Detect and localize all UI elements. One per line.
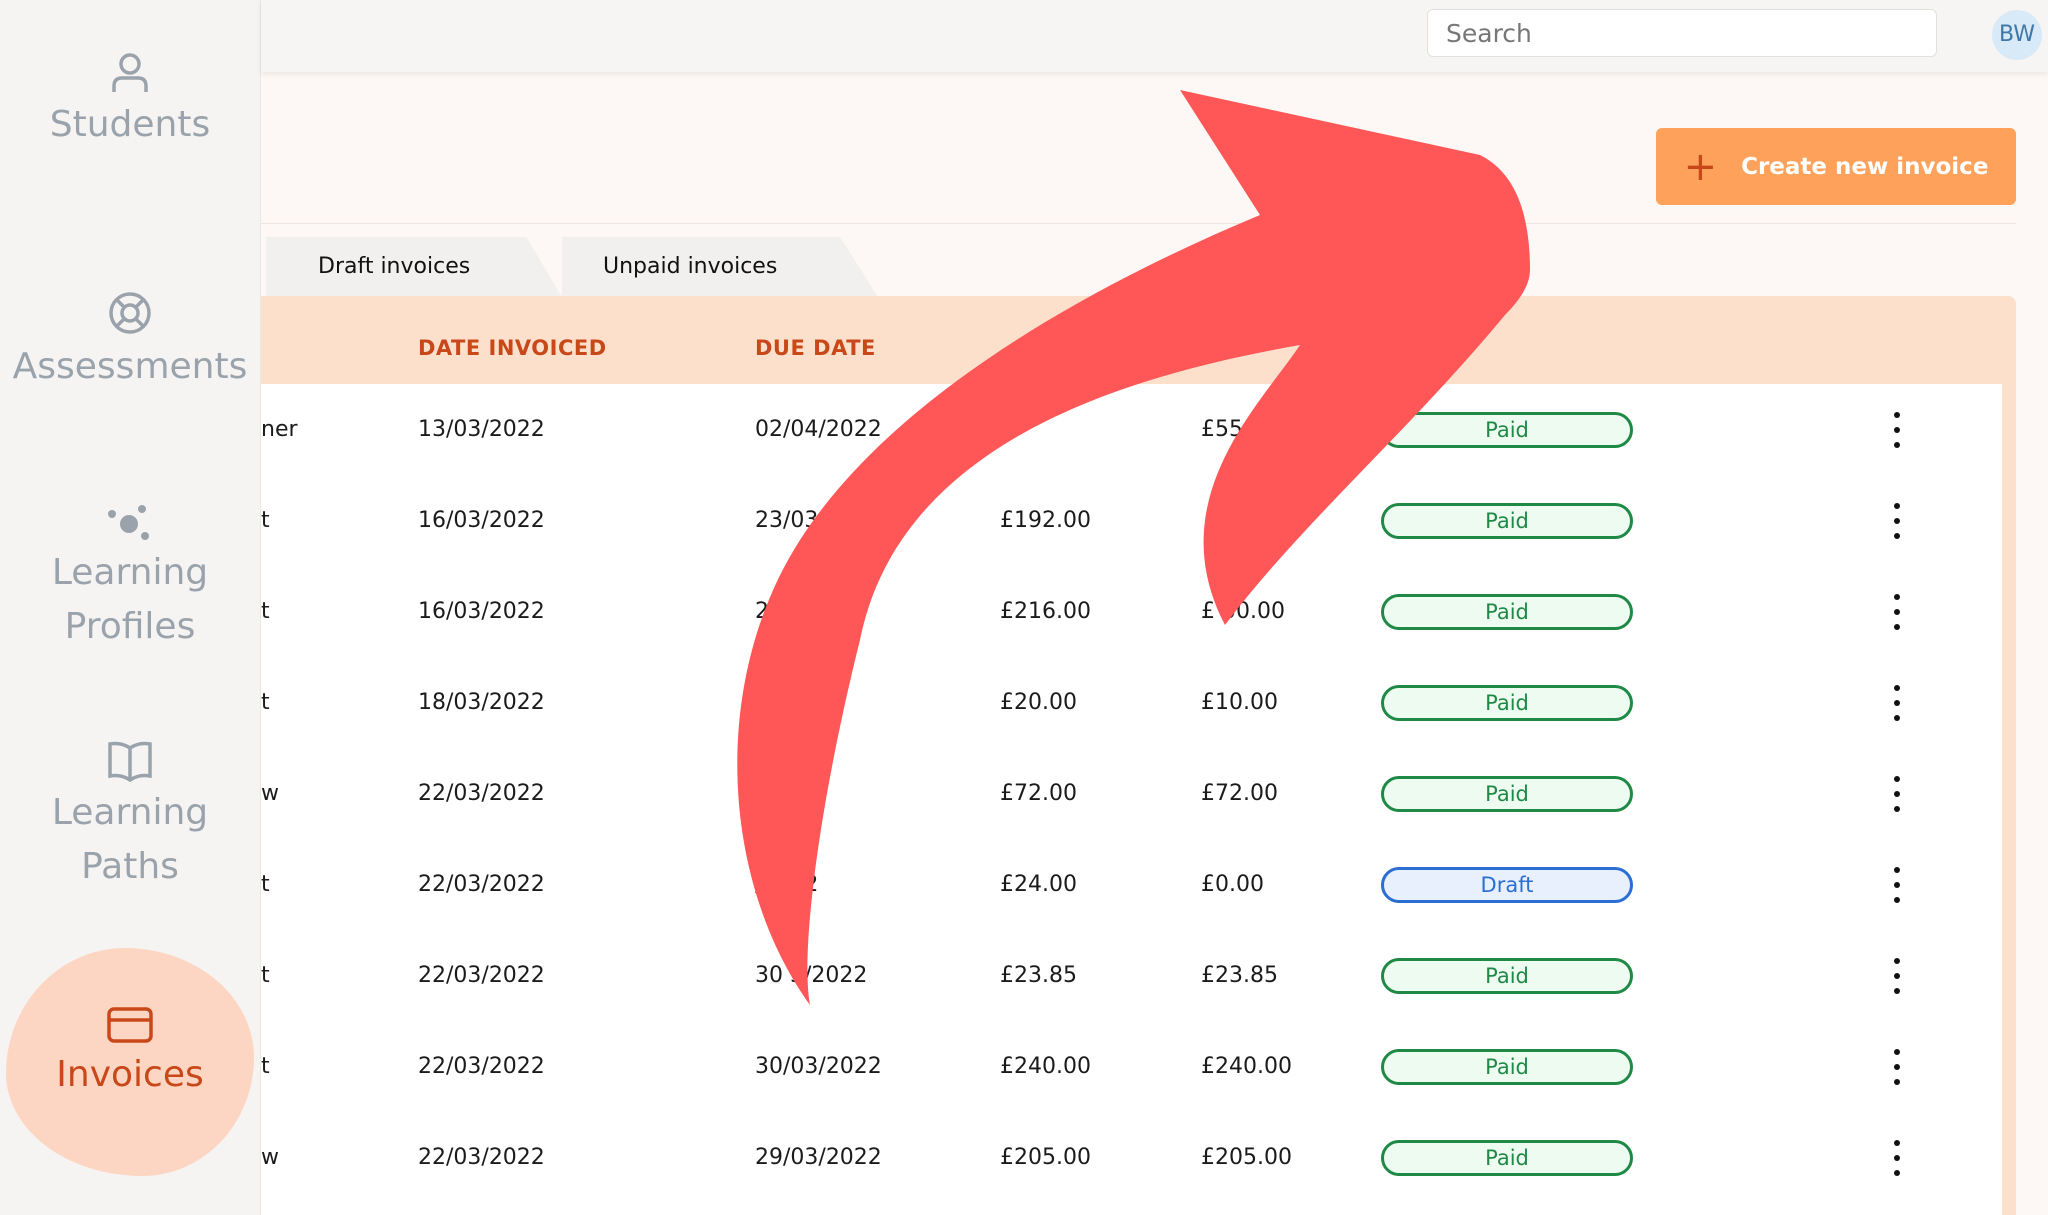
more-options-icon[interactable] bbox=[1885, 594, 1909, 630]
sidebar: Students Assessments Learning Profiles L… bbox=[0, 0, 261, 1215]
sidebar-item-learning-paths[interactable]: Learning Paths bbox=[0, 740, 260, 894]
status-badge: Paid bbox=[1381, 412, 1633, 448]
status-badge: Paid bbox=[1381, 1049, 1633, 1085]
cell-due-date: 30 3/2022 bbox=[755, 963, 868, 988]
table-row[interactable]: t 16/03/2022 23/03/2 £192.00 Paid bbox=[261, 475, 2002, 566]
cell-date-invoiced: 16/03/2022 bbox=[418, 508, 545, 533]
cell-name: t bbox=[261, 508, 270, 533]
cell-name: t bbox=[261, 690, 270, 715]
cell-total: £205.00 bbox=[1000, 1145, 1091, 1170]
cell-date-invoiced: 16/03/2022 bbox=[418, 599, 545, 624]
divider bbox=[261, 223, 2016, 224]
more-options-icon[interactable] bbox=[1885, 1140, 1909, 1176]
cell-name: t bbox=[261, 599, 270, 624]
avatar[interactable]: BW bbox=[1992, 10, 2042, 60]
cell-total: £24.00 bbox=[1000, 872, 1077, 897]
cell-date-invoiced: 13/03/2022 bbox=[418, 417, 545, 442]
cell-total: £23.85 bbox=[1000, 963, 1077, 988]
more-options-icon[interactable] bbox=[1885, 1049, 1909, 1085]
lifebuoy-icon bbox=[109, 292, 151, 334]
tab-unpaid-invoices[interactable]: Unpaid invoices bbox=[562, 237, 878, 297]
more-options-icon[interactable] bbox=[1885, 503, 1909, 539]
sidebar-item-learning-profiles[interactable]: Learning Profiles bbox=[0, 502, 260, 654]
create-invoice-label: Create new invoice bbox=[1741, 153, 1989, 180]
cell-total: £20.00 bbox=[1000, 690, 1077, 715]
cell-name: w bbox=[261, 1145, 279, 1170]
cell-name: t bbox=[261, 1054, 270, 1079]
status-badge: Paid bbox=[1381, 1140, 1633, 1176]
sidebar-item-students[interactable]: Students bbox=[0, 50, 260, 152]
table-row[interactable]: w 22/03/2022 29/03/2022 £205.00 £205.00 … bbox=[261, 1112, 2002, 1203]
table-row[interactable]: t 22/03/2022 /2022 £24.00 £0.00 Draft bbox=[261, 839, 2002, 930]
status-badge: Paid bbox=[1381, 685, 1633, 721]
more-options-icon[interactable] bbox=[1885, 412, 1909, 448]
cell-date-invoiced: 18/03/2022 bbox=[418, 690, 545, 715]
cell-due-date: 2 2 bbox=[755, 690, 790, 715]
cell-total: £192.00 bbox=[1000, 508, 1091, 533]
cell-date-invoiced: 22/03/2022 bbox=[418, 872, 545, 897]
tab-label: Draft invoices bbox=[318, 254, 471, 279]
cell-paid: £ 00.00 bbox=[1201, 599, 1285, 624]
sidebar-item-invoices[interactable]: Invoices bbox=[0, 1006, 260, 1102]
sidebar-item-label: Invoices bbox=[56, 1054, 204, 1095]
cell-date-invoiced: 22/03/2022 bbox=[418, 1054, 545, 1079]
tab-label: Unpaid invoices bbox=[603, 254, 778, 279]
more-options-icon[interactable] bbox=[1885, 685, 1909, 721]
dots-cluster-icon bbox=[108, 505, 149, 540]
tab-draft-invoices[interactable]: Draft invoices bbox=[266, 237, 562, 297]
status-badge: Paid bbox=[1381, 776, 1633, 812]
table-row[interactable]: t 16/03/2022 23/0 £216.00 £ 00.00 Paid bbox=[261, 566, 2002, 657]
table-body: ner 13/03/2022 02/04/2022 £55 Paid t 16/… bbox=[261, 384, 2002, 1215]
status-badge: Paid bbox=[1381, 503, 1633, 539]
cell-paid: £205.00 bbox=[1201, 1145, 1292, 1170]
table-row[interactable]: t 18/03/2022 2 2 £20.00 £10.00 Paid bbox=[261, 657, 2002, 748]
table-row[interactable]: w 22/03/2022 2022 £72.00 £72.00 Paid bbox=[261, 748, 2002, 839]
sidebar-item-label: Learning Profiles bbox=[51, 552, 209, 647]
plus-icon: + bbox=[1683, 143, 1718, 190]
cell-paid: £10.00 bbox=[1201, 690, 1278, 715]
user-icon bbox=[112, 53, 148, 92]
cell-total: £72.00 bbox=[1000, 781, 1077, 806]
cell-total: £216.00 bbox=[1000, 599, 1091, 624]
more-options-icon[interactable] bbox=[1885, 776, 1909, 812]
cell-paid: £240.00 bbox=[1201, 1054, 1292, 1079]
cell-name: ner bbox=[261, 417, 298, 442]
cell-due-date: 23/0 bbox=[755, 599, 805, 624]
card-icon bbox=[107, 1007, 153, 1043]
cell-due-date: 30/03/2022 bbox=[755, 1054, 882, 1079]
cell-due-date: 29/03/2022 bbox=[755, 1145, 882, 1170]
cell-name: t bbox=[261, 872, 270, 897]
sidebar-item-label: Learning Paths bbox=[51, 792, 209, 887]
cell-due-date: 23/03/2 bbox=[755, 508, 840, 533]
cell-name: t bbox=[261, 963, 270, 988]
cell-total: £240.00 bbox=[1000, 1054, 1091, 1079]
status-badge: Paid bbox=[1381, 958, 1633, 994]
cell-name: w bbox=[261, 781, 279, 806]
status-badge: Draft bbox=[1381, 867, 1633, 903]
table-row[interactable]: ner 13/03/2022 02/04/2022 £55 Paid bbox=[261, 384, 2002, 475]
status-badge: Paid bbox=[1381, 594, 1633, 630]
column-header-due-date[interactable]: DUE DATE bbox=[755, 336, 876, 360]
book-icon bbox=[108, 741, 152, 782]
cell-date-invoiced: 22/03/2022 bbox=[418, 781, 545, 806]
cell-paid: £0.00 bbox=[1201, 872, 1264, 897]
cell-due-date: /2022 bbox=[755, 872, 819, 897]
cell-paid: £23.85 bbox=[1201, 963, 1278, 988]
cell-date-invoiced: 22/03/2022 bbox=[418, 1145, 545, 1170]
cell-due-date: 2022 bbox=[755, 781, 811, 806]
cell-paid: £55 bbox=[1201, 417, 1243, 442]
table-row[interactable]: t 22/03/2022 30 3/2022 £23.85 £23.85 Pai… bbox=[261, 930, 2002, 1021]
search-input[interactable] bbox=[1427, 9, 1937, 57]
cell-date-invoiced: 22/03/2022 bbox=[418, 963, 545, 988]
sidebar-item-label: Assessments bbox=[12, 346, 248, 387]
create-invoice-button[interactable]: + Create new invoice bbox=[1656, 128, 2016, 205]
column-header-date-invoiced[interactable]: DATE INVOICED bbox=[418, 336, 607, 360]
sidebar-item-assessments[interactable]: Assessments bbox=[0, 290, 260, 394]
sidebar-item-label: Students bbox=[49, 104, 211, 145]
more-options-icon[interactable] bbox=[1885, 958, 1909, 994]
cell-paid: £72.00 bbox=[1201, 781, 1278, 806]
table-row[interactable]: t 22/03/2022 30/03/2022 £240.00 £240.00 … bbox=[261, 1021, 2002, 1112]
more-options-icon[interactable] bbox=[1885, 867, 1909, 903]
cell-due-date: 02/04/2022 bbox=[755, 417, 882, 442]
